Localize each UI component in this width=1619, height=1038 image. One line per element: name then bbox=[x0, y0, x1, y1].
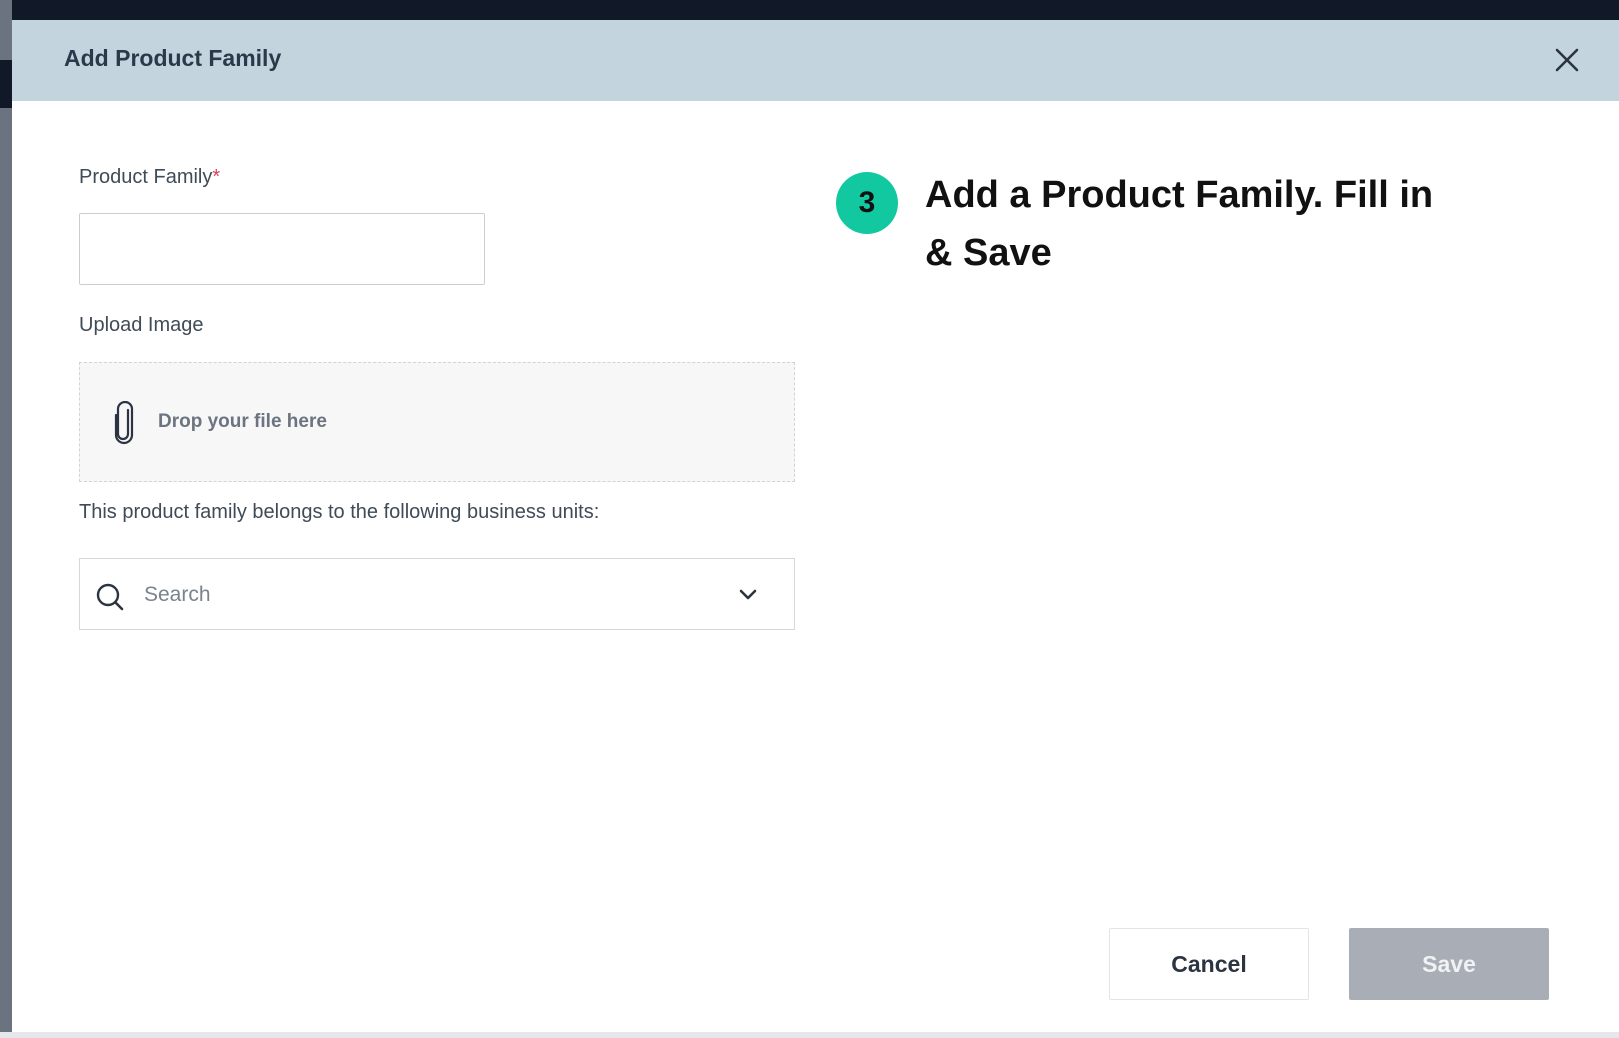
step-number-badge: 3 bbox=[836, 172, 898, 234]
save-button[interactable]: Save bbox=[1349, 928, 1549, 1000]
product-family-input[interactable] bbox=[79, 213, 485, 285]
search-input[interactable] bbox=[142, 573, 706, 617]
backdrop-left-accent bbox=[0, 60, 12, 108]
search-icon bbox=[96, 583, 124, 611]
cancel-button[interactable]: Cancel bbox=[1109, 928, 1309, 1000]
business-units-label: This product family belongs to the follo… bbox=[79, 501, 600, 523]
drop-file-text: Drop your file here bbox=[158, 411, 327, 432]
instruction-text: Add a Product Family. Fill in & Save bbox=[925, 174, 1434, 274]
close-icon bbox=[1555, 48, 1579, 72]
product-family-label: Product Family* bbox=[79, 166, 220, 189]
required-marker: * bbox=[212, 166, 221, 188]
close-button[interactable] bbox=[1550, 43, 1584, 77]
add-product-family-modal: Add Product Family Product Family* Uploa… bbox=[12, 20, 1619, 1032]
file-dropzone[interactable]: Drop your file here bbox=[79, 362, 795, 482]
backdrop-left bbox=[0, 0, 12, 1038]
modal-header: Add Product Family bbox=[12, 20, 1619, 101]
business-units-search[interactable] bbox=[79, 558, 795, 630]
paperclip-icon bbox=[114, 401, 134, 445]
modal-title: Add Product Family bbox=[64, 45, 282, 71]
upload-image-label: Upload Image bbox=[79, 314, 204, 336]
chevron-down-icon[interactable] bbox=[736, 583, 760, 607]
backdrop-bottom bbox=[0, 1032, 1619, 1038]
product-family-label-text: Product Family bbox=[79, 166, 213, 188]
backdrop-top bbox=[0, 0, 1619, 20]
